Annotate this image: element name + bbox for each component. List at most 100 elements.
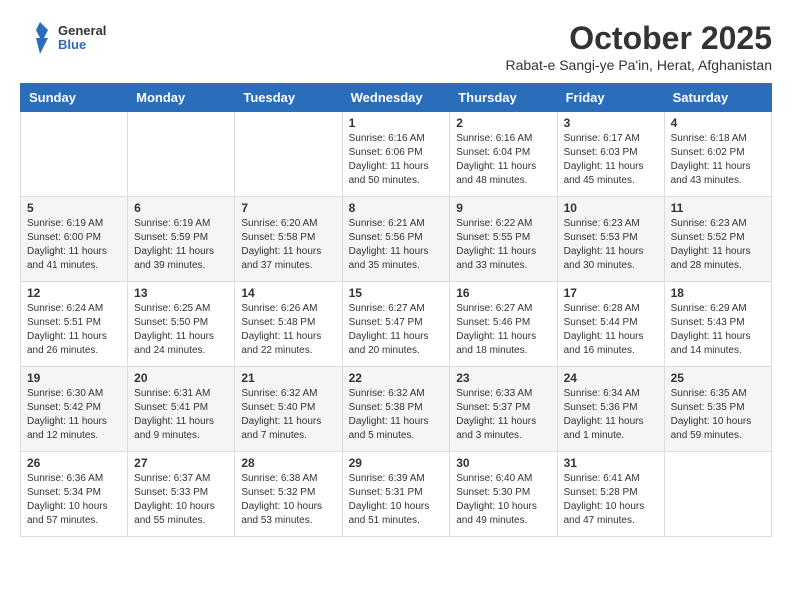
day-detail: Sunrise: 6:19 AMSunset: 5:59 PMDaylight:… — [134, 217, 228, 273]
day-detail: Sunrise: 6:25 AMSunset: 5:50 PMDaylight:… — [134, 302, 228, 358]
table-row — [235, 112, 342, 197]
day-detail: Sunrise: 6:31 AMSunset: 5:41 PMDaylight:… — [134, 387, 228, 443]
day-number: 29 — [349, 456, 444, 470]
table-row: 27 Sunrise: 6:37 AMSunset: 5:33 PMDayligh… — [128, 452, 235, 537]
header-thursday: Thursday — [450, 84, 557, 112]
day-number: 14 — [241, 286, 335, 300]
day-detail: Sunrise: 6:23 AMSunset: 5:53 PMDaylight:… — [564, 217, 658, 273]
day-number: 30 — [456, 456, 550, 470]
day-number: 10 — [564, 201, 658, 215]
day-number: 5 — [27, 201, 121, 215]
table-row: 25Sunrise: 6:35 AMSunset: 5:35 PMDayligh… — [664, 367, 771, 452]
day-detail: Sunrise: 6:30 AMSunset: 5:42 PMDaylight:… — [27, 387, 121, 443]
table-row: 16 Sunrise: 6:27 AMSunset: 5:46 PMDayligh… — [450, 282, 557, 367]
day-detail: Sunrise: 6:37 AMSunset: 5:33 PMDaylight:… — [134, 472, 228, 528]
day-number: 4 — [671, 116, 765, 130]
table-row: 17Sunrise: 6:28 AMSunset: 5:44 PMDayligh… — [557, 282, 664, 367]
header-friday: Friday — [557, 84, 664, 112]
calendar-table: Sunday Monday Tuesday Wednesday Thursday… — [20, 83, 772, 537]
weekday-header-row: Sunday Monday Tuesday Wednesday Thursday… — [21, 84, 772, 112]
table-row: 30 Sunrise: 6:40 AMSunset: 5:30 PMDayligh… — [450, 452, 557, 537]
table-row: 2 Sunrise: 6:16 AMSunset: 6:04 PMDaylight… — [450, 112, 557, 197]
table-row: 21Sunrise: 6:32 AMSunset: 5:40 PMDayligh… — [235, 367, 342, 452]
table-row — [128, 112, 235, 197]
table-row: 4 Sunrise: 6:18 AMSunset: 6:02 PMDaylight… — [664, 112, 771, 197]
table-row: 14 Sunrise: 6:26 AMSunset: 5:48 PMDayligh… — [235, 282, 342, 367]
day-number: 19 — [27, 371, 121, 385]
day-detail: Sunrise: 6:24 AMSunset: 5:51 PMDaylight:… — [27, 302, 121, 358]
table-row: 22 Sunrise: 6:32 AMSunset: 5:38 PMDayligh… — [342, 367, 450, 452]
day-number: 3 — [564, 116, 658, 130]
header-monday: Monday — [128, 84, 235, 112]
day-number: 7 — [241, 201, 335, 215]
day-detail: Sunrise: 6:40 AMSunset: 5:30 PMDaylight:… — [456, 472, 550, 528]
location-subtitle: Rabat-e Sangi-ye Pa'in, Herat, Afghanist… — [506, 57, 773, 73]
day-number: 22 — [349, 371, 444, 385]
header-saturday: Saturday — [664, 84, 771, 112]
day-detail: Sunrise: 6:33 AMSunset: 5:37 PMDaylight:… — [456, 387, 550, 443]
table-row: 10 Sunrise: 6:23 AMSunset: 5:53 PMDayligh… — [557, 197, 664, 282]
day-detail: Sunrise: 6:32 AMSunset: 5:40 PMDaylight:… — [241, 387, 335, 443]
day-detail: Sunrise: 6:38 AMSunset: 5:32 PMDaylight:… — [241, 472, 335, 528]
day-detail: Sunrise: 6:27 AMSunset: 5:47 PMDaylight:… — [349, 302, 444, 358]
header-wednesday: Wednesday — [342, 84, 450, 112]
week-row-4: 19 Sunrise: 6:30 AMSunset: 5:42 PMDayligh… — [21, 367, 772, 452]
header-tuesday: Tuesday — [235, 84, 342, 112]
table-row — [664, 452, 771, 537]
day-detail: Sunrise: 6:35 AMSunset: 5:35 PMDaylight:… — [671, 387, 765, 443]
day-detail: Sunrise: 6:17 AMSunset: 6:03 PMDaylight:… — [564, 132, 658, 188]
logo-icon — [20, 20, 56, 56]
table-row: 12 Sunrise: 6:24 AMSunset: 5:51 PMDayligh… — [21, 282, 128, 367]
month-title: October 2025 — [506, 20, 773, 57]
table-row: 29 Sunrise: 6:39 AMSunset: 5:31 PMDayligh… — [342, 452, 450, 537]
day-number: 27 — [134, 456, 228, 470]
logo-blue: Blue — [58, 38, 106, 52]
logo: General Blue — [20, 20, 106, 56]
table-row: 13Sunrise: 6:25 AMSunset: 5:50 PMDayligh… — [128, 282, 235, 367]
day-detail: Sunrise: 6:39 AMSunset: 5:31 PMDaylight:… — [349, 472, 444, 528]
day-number: 28 — [241, 456, 335, 470]
day-number: 8 — [349, 201, 444, 215]
table-row: 28 Sunrise: 6:38 AMSunset: 5:32 PMDayligh… — [235, 452, 342, 537]
day-number: 17 — [564, 286, 658, 300]
day-number: 1 — [349, 116, 444, 130]
table-row: 11Sunrise: 6:23 AMSunset: 5:52 PMDayligh… — [664, 197, 771, 282]
day-number: 11 — [671, 201, 765, 215]
table-row: 7Sunrise: 6:20 AMSunset: 5:58 PMDaylight… — [235, 197, 342, 282]
table-row: 24 Sunrise: 6:34 AMSunset: 5:36 PMDayligh… — [557, 367, 664, 452]
table-row — [21, 112, 128, 197]
table-row: 1 Sunrise: 6:16 AMSunset: 6:06 PMDaylight… — [342, 112, 450, 197]
day-number: 24 — [564, 371, 658, 385]
day-detail: Sunrise: 6:21 AMSunset: 5:56 PMDaylight:… — [349, 217, 444, 273]
day-number: 31 — [564, 456, 658, 470]
day-number: 6 — [134, 201, 228, 215]
day-number: 2 — [456, 116, 550, 130]
day-detail: Sunrise: 6:16 AMSunset: 6:04 PMDaylight:… — [456, 132, 550, 188]
day-number: 12 — [27, 286, 121, 300]
day-number: 9 — [456, 201, 550, 215]
day-detail: Sunrise: 6:27 AMSunset: 5:46 PMDaylight:… — [456, 302, 550, 358]
day-number: 16 — [456, 286, 550, 300]
table-row: 8 Sunrise: 6:21 AMSunset: 5:56 PMDaylight… — [342, 197, 450, 282]
day-detail: Sunrise: 6:41 AMSunset: 5:28 PMDaylight:… — [564, 472, 658, 528]
day-detail: Sunrise: 6:36 AMSunset: 5:34 PMDaylight:… — [27, 472, 121, 528]
page-header: General Blue October 2025 Rabat-e Sangi-… — [20, 20, 772, 73]
week-row-5: 26 Sunrise: 6:36 AMSunset: 5:34 PMDayligh… — [21, 452, 772, 537]
table-row: 3 Sunrise: 6:17 AMSunset: 6:03 PMDaylight… — [557, 112, 664, 197]
week-row-1: 1 Sunrise: 6:16 AMSunset: 6:06 PMDaylight… — [21, 112, 772, 197]
table-row: 6 Sunrise: 6:19 AMSunset: 5:59 PMDaylight… — [128, 197, 235, 282]
day-detail: Sunrise: 6:16 AMSunset: 6:06 PMDaylight:… — [349, 132, 444, 188]
day-detail: Sunrise: 6:18 AMSunset: 6:02 PMDaylight:… — [671, 132, 765, 188]
day-detail: Sunrise: 6:29 AMSunset: 5:43 PMDaylight:… — [671, 302, 765, 358]
table-row: 18Sunrise: 6:29 AMSunset: 5:43 PMDayligh… — [664, 282, 771, 367]
table-row: 5 Sunrise: 6:19 AMSunset: 6:00 PMDaylight… — [21, 197, 128, 282]
week-row-3: 12 Sunrise: 6:24 AMSunset: 5:51 PMDayligh… — [21, 282, 772, 367]
day-number: 23 — [456, 371, 550, 385]
week-row-2: 5 Sunrise: 6:19 AMSunset: 6:00 PMDaylight… — [21, 197, 772, 282]
title-area: October 2025 Rabat-e Sangi-ye Pa'in, Her… — [506, 20, 773, 73]
day-detail: Sunrise: 6:34 AMSunset: 5:36 PMDaylight:… — [564, 387, 658, 443]
day-detail: Sunrise: 6:26 AMSunset: 5:48 PMDaylight:… — [241, 302, 335, 358]
day-detail: Sunrise: 6:32 AMSunset: 5:38 PMDaylight:… — [349, 387, 444, 443]
day-number: 26 — [27, 456, 121, 470]
day-detail: Sunrise: 6:19 AMSunset: 6:00 PMDaylight:… — [27, 217, 121, 273]
